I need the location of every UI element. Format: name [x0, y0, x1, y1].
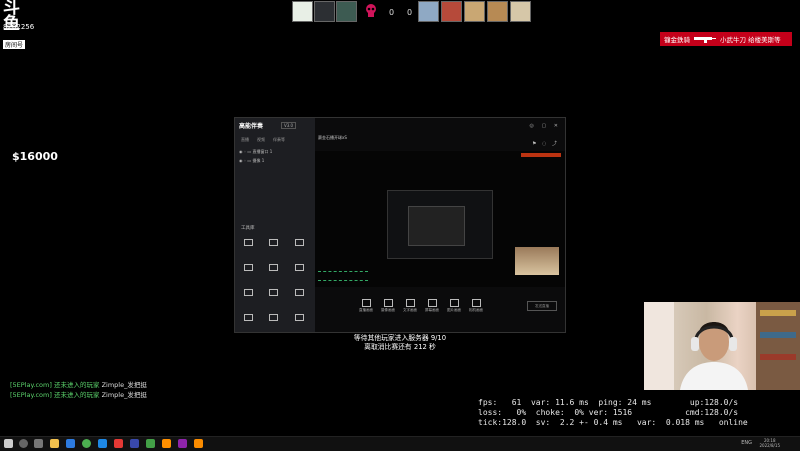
player-avatar	[464, 1, 485, 22]
clock[interactable]: 20:18 2022/8/15	[759, 438, 780, 448]
control-bar: 直播画面 摄像画面 文字画面 屏幕画面 图片画面 相机画面 发送直播	[315, 293, 565, 329]
nested-preview	[408, 206, 465, 246]
control-device[interactable]: 相机画面	[465, 299, 487, 313]
control-text[interactable]: 文字画面	[399, 299, 421, 313]
net-graph: fps: 61 var: 11.6 ms ping: 24 ms up:128.…	[478, 398, 800, 428]
player-avatar	[292, 1, 313, 22]
player-avatar	[510, 1, 531, 22]
tool-tile[interactable]	[264, 239, 282, 247]
tool-tile[interactable]	[264, 264, 282, 272]
badge-name: 小武牛刀 给楼美斯等	[720, 36, 781, 44]
search-icon[interactable]	[19, 439, 28, 448]
net-line-1: fps: 61 var: 11.6 ms ping: 24 ms up:128.…	[478, 398, 739, 407]
preview-alert	[521, 153, 561, 157]
tool-library-title: 工具库	[241, 226, 255, 231]
right-score: 0	[407, 8, 413, 17]
console-lines	[318, 271, 368, 281]
windows-taskbar: ENG 20:18 2022/8/15	[0, 436, 800, 451]
tool-tile[interactable]	[290, 264, 308, 272]
player-avatar	[441, 1, 462, 22]
net-line-2: loss: 0% choke: 0% ver: 1516 cmd:128.0/s	[478, 408, 739, 417]
clock-date: 2022/8/15	[759, 443, 780, 448]
net-line-3: tick:128.0 sv: 2.2 +- 0.4 ms var: 0.018 …	[478, 418, 748, 427]
tool-tile[interactable]	[290, 314, 308, 322]
tab-video[interactable]: 视频	[257, 137, 265, 143]
client-app-name: 高能伴奏	[239, 123, 264, 130]
tool-tile[interactable]	[239, 264, 257, 272]
tool-tile[interactable]	[264, 289, 282, 297]
control-camera[interactable]: 摄像画面	[377, 299, 399, 313]
window-controls[interactable]: ◎ ▢ ✕	[530, 123, 561, 129]
streamer-image	[644, 302, 800, 390]
app-icon[interactable]	[194, 439, 203, 448]
app-icon[interactable]	[98, 439, 107, 448]
source-tree: ◉ ◦ ▭ 直播窗口 1 ◉ ◦ ▭ 摄像 1	[239, 147, 272, 165]
source-item[interactable]: ◉ ◦ ▭ 摄像 1	[239, 156, 272, 165]
start-icon[interactable]	[4, 439, 13, 448]
language-indicator[interactable]: ENG	[741, 440, 752, 446]
game-preview	[315, 151, 565, 287]
control-live[interactable]: 直播画面	[355, 299, 377, 313]
source-item[interactable]: ◉ ◦ ▭ 直播窗口 1	[239, 147, 272, 156]
control-image[interactable]: 图片画面	[443, 299, 465, 313]
left-score: 0	[389, 8, 395, 17]
player-avatar	[418, 1, 439, 22]
task-view-icon[interactable]	[34, 439, 43, 448]
tool-tile[interactable]	[264, 314, 282, 322]
tool-tile[interactable]	[290, 289, 308, 297]
app-icon[interactable]	[178, 439, 187, 448]
cancel-countdown-text: 离取消比赛还有 212 秒	[364, 343, 436, 351]
stream-title: 赛金石播开球xS	[318, 135, 347, 140]
money-display: $16000	[12, 150, 58, 163]
preview-webcam	[515, 247, 559, 275]
skull-icon	[366, 4, 376, 17]
logo-sub: 房间号	[3, 40, 26, 49]
tool-tile[interactable]	[290, 239, 308, 247]
room-id: 8202256	[3, 23, 35, 31]
client-version: V3.0	[281, 122, 297, 129]
tool-tile[interactable]	[239, 239, 257, 247]
chrome-icon[interactable]	[82, 439, 91, 448]
chat-line: [5EPlay.com] 还未进入的玩家 Zimple_发把挺	[10, 381, 147, 389]
tool-tile[interactable]	[239, 314, 257, 322]
nested-window	[387, 190, 493, 259]
fan-badge: 镰金鉄骑 小武牛刀 给楼美斯等	[660, 32, 792, 46]
tab-accompany[interactable]: 伴奏等	[273, 137, 285, 143]
chat-line: [5EPlay.com] 还未进入的玩家 Zimple_发把挺	[10, 391, 147, 399]
player-avatar	[336, 1, 357, 22]
badge-prefix: 镰金鉄骑	[664, 36, 690, 44]
streamer-webcam	[644, 302, 800, 390]
tool-tile[interactable]	[239, 289, 257, 297]
client-left-panel: 高能伴奏 V3.0 直播 视频 伴奏等 ◉ ◦ ▭ 直播窗口 1 ◉ ◦ ▭ 摄…	[235, 118, 315, 332]
tab-live[interactable]: 直播	[241, 137, 249, 143]
csgo-icon[interactable]	[162, 439, 171, 448]
player-avatar	[314, 1, 335, 22]
server-status: 等待其他玩家进入服务器 9/10 离取消比赛还有 212 秒	[240, 334, 560, 352]
client-preview-panel: ◎ ▢ ✕ 赛金石播开球xS ⚑ ◌ ⤴ 直播画面 摄像画面 文字画面 屏幕画面…	[315, 118, 565, 332]
edge-icon[interactable]	[66, 439, 75, 448]
client-tabs: 直播 视频 伴奏等	[241, 137, 285, 143]
gun-icon	[694, 36, 716, 43]
share-icon[interactable]: ⚑ ◌ ⤴	[532, 140, 559, 147]
app-icon[interactable]	[146, 439, 155, 448]
control-screen[interactable]: 屏幕画面	[421, 299, 443, 313]
send-button[interactable]: 发送直播	[527, 301, 557, 311]
app-icon[interactable]	[114, 439, 123, 448]
player-avatar	[487, 1, 508, 22]
app-icon[interactable]	[130, 439, 139, 448]
waiting-players-text: 等待其他玩家进入服务器 9/10	[353, 334, 447, 342]
stream-client-window[interactable]: 高能伴奏 V3.0 直播 视频 伴奏等 ◉ ◦ ▭ 直播窗口 1 ◉ ◦ ▭ 摄…	[234, 117, 566, 333]
folder-icon[interactable]	[50, 439, 59, 448]
